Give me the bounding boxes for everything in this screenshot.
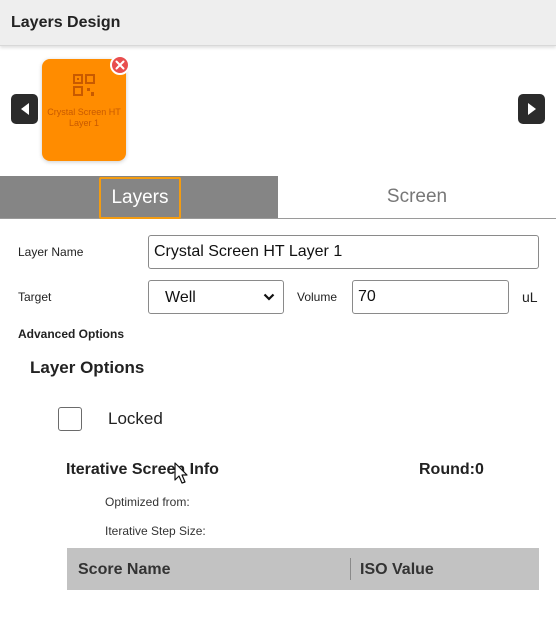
layer-options-heading: Layer Options — [30, 358, 145, 377]
chevron-down-icon — [263, 293, 275, 301]
column-header-iso-value[interactable]: ISO Value — [360, 561, 434, 579]
volume-unit: uL — [522, 289, 538, 305]
column-header-score-name[interactable]: Score Name — [78, 561, 171, 579]
tab-layers[interactable]: Layers — [0, 176, 278, 219]
iterative-screen-info-heading: Iterative Screen Info — [66, 461, 219, 478]
locked-checkbox[interactable] — [58, 407, 82, 431]
close-icon — [115, 60, 125, 70]
target-select[interactable]: Well — [148, 280, 284, 314]
layer-grid-icon — [73, 74, 95, 96]
layer-card-label: Crystal Screen HT Layer 1 — [47, 107, 121, 128]
layer-name-label: Layer Name — [18, 245, 84, 259]
carousel-next-button[interactable] — [518, 94, 545, 124]
round-label: Round:0 — [419, 461, 484, 478]
step-size-label: Iterative Step Size: — [105, 524, 206, 538]
tab-layers-label: Layers — [99, 177, 181, 219]
volume-label: Volume — [297, 290, 338, 304]
volume-input[interactable] — [352, 280, 509, 314]
layer-card[interactable]: Crystal Screen HT Layer 1 — [42, 59, 126, 161]
column-divider — [350, 558, 351, 580]
carousel-prev-button[interactable] — [11, 94, 38, 124]
remove-layer-button[interactable] — [110, 55, 130, 75]
target-select-value: Well — [165, 289, 196, 306]
layer-name-input[interactable] — [148, 235, 539, 269]
tab-bar: Layers Screen — [0, 176, 556, 219]
score-table-header: Score Name ISO Value — [67, 548, 539, 590]
chevron-left-icon — [20, 103, 29, 115]
optimized-from-label: Optimized from: — [105, 495, 190, 509]
chevron-right-icon — [527, 103, 536, 115]
target-label: Target — [18, 290, 52, 304]
app-header: Layers Design — [0, 0, 556, 46]
advanced-options-heading: Advanced Options — [18, 327, 125, 341]
tab-screen[interactable]: Screen — [278, 176, 556, 218]
mouse-cursor-icon — [174, 462, 188, 484]
locked-label[interactable]: Locked — [108, 409, 163, 429]
page-title: Layers Design — [11, 14, 121, 31]
